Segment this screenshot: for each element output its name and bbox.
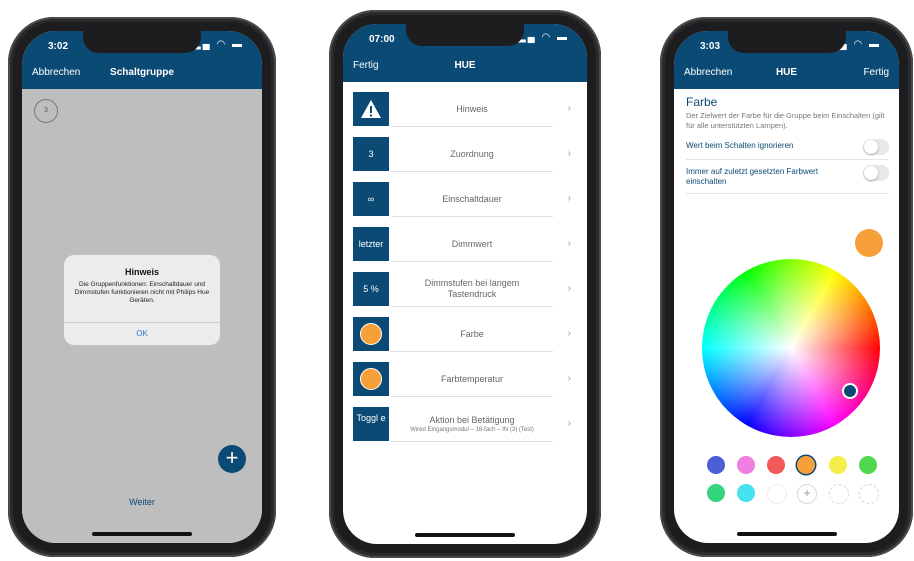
row-label: Farbe (391, 317, 553, 352)
home-indicator (92, 532, 192, 536)
color-swatch[interactable] (829, 456, 847, 474)
notch (727, 31, 846, 53)
last-color-toggle[interactable] (863, 165, 889, 181)
row-label: Farbtemperatur (391, 362, 553, 397)
color-wheel[interactable] (702, 259, 880, 437)
chevron-right-icon: › (567, 418, 571, 429)
thumb: 3 (353, 137, 389, 171)
chevron-right-icon: › (567, 103, 571, 114)
dimmed-content: 3 Hinweis Die Gruppenfunktionen: Einscha… (22, 89, 262, 543)
toggle-label: Wert beim Schalten ignorieren (686, 141, 794, 150)
thumb: 5 % (353, 272, 389, 306)
row-subtitle: Wired Eingangsmodul – 16-fach – IN (3) (… (410, 426, 534, 433)
row-label: Hinweis (391, 92, 553, 127)
color-swatch[interactable] (737, 456, 755, 474)
row-label: Dimmwert (391, 227, 553, 262)
status-icons: ▂▄ ◠ ▬ (192, 39, 244, 50)
ignore-toggle[interactable] (863, 139, 889, 155)
row-title: Aktion bei Betätigung (429, 414, 515, 425)
infinity-icon: ∞ (353, 182, 389, 216)
color-swatch[interactable] (767, 456, 785, 474)
home-indicator (736, 532, 837, 536)
alert-message: Die Gruppenfunktionen: Einschaltdauer un… (74, 281, 210, 304)
phone-frame-farbe: 3:03 ▂▄ ◠ ▬ Abbrechen HUE Fertig Farbe D… (660, 17, 913, 557)
alert-title: Hinweis (124, 267, 159, 277)
status-time: 3:02 (48, 41, 69, 52)
screen: 3:02 ▂▄ ◠ ▬ Abbrechen Schaltgruppe 3 Hin… (22, 31, 262, 543)
color-dot-icon (360, 368, 382, 390)
screen: 3:03 ▂▄ ◠ ▬ Abbrechen HUE Fertig Farbe D… (674, 31, 899, 543)
toggle-row-last-color: Immer auf zuletzt gesetzten Farbwert ein… (686, 163, 889, 194)
notch (83, 31, 201, 53)
chevron-right-icon: › (567, 373, 571, 384)
list-item-einschaltdauer[interactable]: ∞ Einschaltdauer › (353, 180, 577, 225)
chevron-right-icon: › (567, 148, 571, 159)
thumb (353, 362, 389, 396)
status-icons: ▂▄ ◠ ▬ (517, 32, 569, 43)
list-item-hinweis[interactable]: Hinweis › (353, 90, 577, 135)
page-title: HUE (454, 60, 476, 71)
settings-list: Hinweis › 3 Zuordnung › ∞ Einschaltdauer… (353, 90, 577, 450)
list-item-dimmstufen[interactable]: 5 % Dimmstufen bei langem Tastendruck › (353, 270, 577, 315)
done-button[interactable]: Fertig (863, 67, 889, 78)
status-time: 3:03 (700, 41, 721, 52)
plus-icon: + (225, 445, 239, 470)
list-item-aktion[interactable]: Toggl e Aktion bei Betätigung Wired Eing… (353, 405, 577, 450)
phone-frame-schaltgruppe: 3:02 ▂▄ ◠ ▬ Abbrechen Schaltgruppe 3 Hin… (8, 17, 276, 557)
section-title: Farbe (686, 95, 718, 109)
thumb: Toggl e (353, 407, 389, 441)
row-label: Zuordnung (391, 137, 553, 172)
color-swatch[interactable] (859, 456, 877, 474)
color-preview (855, 229, 883, 257)
thumb: letzter (353, 227, 389, 261)
home-indicator (415, 533, 515, 537)
alert-dialog: Hinweis Die Gruppenfunktionen: Einschalt… (64, 255, 220, 345)
next-button[interactable]: Weiter (22, 497, 262, 507)
color-dot-icon (360, 323, 382, 345)
color-swatch[interactable] (707, 484, 725, 502)
row-label: Einschaltdauer (391, 182, 553, 217)
page-title: Schaltgruppe (110, 67, 174, 78)
thumb (353, 92, 389, 126)
list-item-zuordnung[interactable]: 3 Zuordnung › (353, 135, 577, 180)
color-picker-handle[interactable] (842, 383, 858, 399)
status-time: 07:00 (369, 34, 395, 45)
section-description: Der Zielwert der Farbe für die Gruppe be… (686, 111, 885, 130)
list-item-farbe[interactable]: Farbe › (353, 315, 577, 360)
chevron-right-icon: › (567, 283, 571, 294)
toggle-label: Immer auf zuletzt gesetzten Farbwert ein… (686, 167, 819, 186)
add-button[interactable]: + (218, 445, 246, 473)
chevron-right-icon: › (567, 193, 571, 204)
list-item-dimmwert[interactable]: letzter Dimmwert › (353, 225, 577, 270)
row-label: Dimmstufen bei langem Tastendruck (391, 272, 553, 307)
step-indicator: 3 (34, 99, 58, 123)
row-label: Aktion bei Betätigung Wired Eingangsmodu… (391, 407, 553, 442)
chevron-right-icon: › (567, 238, 571, 249)
color-swatch-selected[interactable] (797, 456, 815, 474)
screen: 07:00 ▂▄ ◠ ▬ Fertig HUE Hinweis › 3 Zuor… (343, 24, 587, 544)
empty-swatch[interactable] (859, 484, 879, 504)
add-swatch-button[interactable]: + (797, 484, 817, 504)
empty-swatch[interactable] (829, 484, 849, 504)
list-item-farbtemperatur[interactable]: Farbtemperatur › (353, 360, 577, 405)
toggle-row-ignore: Wert beim Schalten ignorieren (686, 137, 889, 160)
color-swatch[interactable] (707, 456, 725, 474)
color-swatch[interactable] (737, 484, 755, 502)
phone-frame-hue-list: 07:00 ▂▄ ◠ ▬ Fertig HUE Hinweis › 3 Zuor… (329, 10, 601, 558)
alert-ok-button[interactable]: OK (64, 322, 220, 345)
chevron-right-icon: › (567, 328, 571, 339)
empty-swatch[interactable] (767, 484, 787, 504)
thumb (353, 317, 389, 351)
warning-icon (361, 100, 381, 118)
notch (406, 24, 524, 46)
